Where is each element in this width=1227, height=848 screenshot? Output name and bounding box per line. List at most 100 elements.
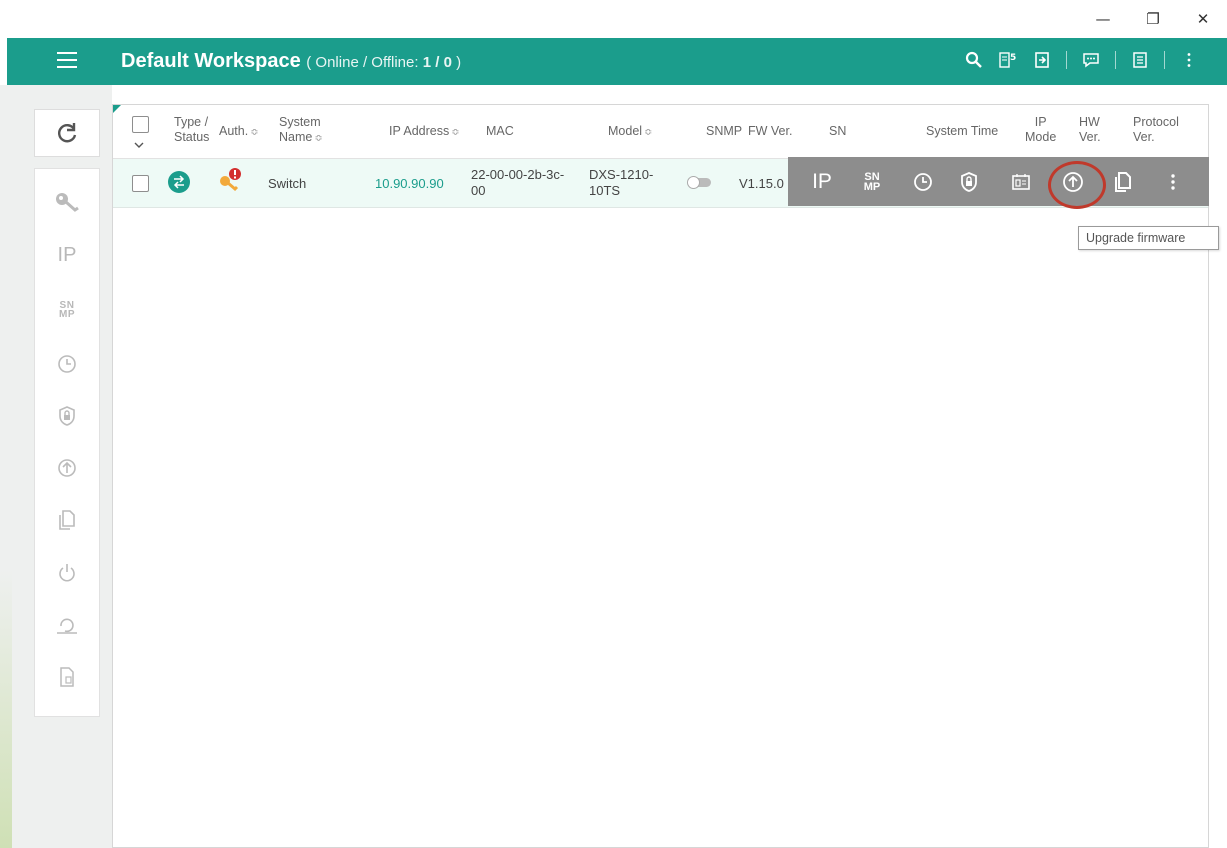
- refresh-icon: [58, 123, 77, 143]
- window-titlebar: — ❐ ✕: [0, 0, 1227, 38]
- col-model[interactable]: Model ≎: [608, 124, 652, 140]
- col-system-time: System Time: [926, 124, 999, 138]
- col-name-label: Name: [279, 130, 313, 144]
- ip-config-tool[interactable]: IP: [35, 237, 99, 273]
- snmp-toggle[interactable]: [687, 176, 711, 189]
- col-system-name[interactable]: System Name ≎: [279, 115, 323, 146]
- row-checkbox[interactable]: [132, 175, 149, 192]
- ip-settings-button[interactable]: IP: [806, 157, 838, 206]
- more-vertical-icon[interactable]: [1157, 157, 1189, 206]
- sort-icon[interactable]: ≎: [250, 127, 258, 138]
- snmp-config-tool[interactable]: SN MP: [35, 292, 99, 328]
- corner-marker: [113, 105, 121, 113]
- row-action-bar: IP SN MP: [788, 157, 1209, 206]
- close-button[interactable]: ✕: [1188, 6, 1218, 32]
- snmp-settings-button[interactable]: SN MP: [856, 157, 888, 206]
- key-icon[interactable]: [35, 184, 99, 220]
- log-icon[interactable]: [1130, 50, 1150, 70]
- more-vertical-icon[interactable]: [1179, 50, 1199, 70]
- status-open-paren: (: [306, 54, 312, 71]
- mac-cell: 22-00-00-2b-3c- 00: [471, 167, 564, 199]
- mac-line1: 22-00-00-2b-3c-: [471, 167, 565, 182]
- highlight-circle: [1048, 161, 1106, 209]
- refresh-button[interactable]: [34, 109, 100, 157]
- restore-button[interactable]: ❐: [1138, 6, 1168, 32]
- col-ip-label: IP Address: [389, 124, 450, 138]
- model-line2: 10TS: [589, 183, 621, 198]
- sort-icon[interactable]: ≎: [644, 127, 652, 138]
- col-ip-mode: IP Mode: [1025, 115, 1056, 145]
- col-model-label: Model: [608, 124, 643, 138]
- col-system-label: System: [279, 115, 321, 129]
- mac-line2: 00: [471, 183, 486, 198]
- col-snmp: SNMP: [706, 124, 743, 138]
- col-hw-ver: HW Ver.: [1079, 115, 1101, 145]
- col-status-label: Status: [174, 130, 210, 144]
- col-fw-ver: FW Ver.: [748, 124, 793, 138]
- toolbar-divider: [1066, 51, 1067, 69]
- chevron-down-icon[interactable]: [134, 142, 144, 149]
- col-hw-line1: HW: [1079, 115, 1100, 129]
- shield-lock-icon[interactable]: [953, 157, 985, 206]
- sort-icon[interactable]: ≎: [451, 127, 459, 138]
- reset-icon[interactable]: [35, 607, 99, 643]
- model-line1: DXS-1210-: [589, 167, 654, 182]
- select-all-checkbox[interactable]: [132, 116, 149, 133]
- snmp-action-line1: SN: [864, 170, 880, 183]
- config-file-icon[interactable]: [1005, 157, 1037, 206]
- col-type-status: Type / Status: [174, 115, 209, 145]
- file-delete-icon[interactable]: [35, 659, 99, 695]
- workspace-name: Default Workspace: [121, 50, 301, 72]
- upgrade-firmware-tooltip: Upgrade firmware: [1078, 226, 1219, 250]
- desktop-edge: [0, 570, 12, 848]
- ip-label: IP: [57, 243, 77, 266]
- col-auth[interactable]: Auth. ≎: [219, 124, 259, 140]
- col-auth-label: Auth.: [219, 124, 249, 138]
- import-icon[interactable]: [1032, 50, 1052, 70]
- workspace-title: Default Workspace ( Online / Offline: 1 …: [121, 50, 461, 73]
- snmp-line-2: MP: [59, 309, 75, 320]
- switch-online-icon: [168, 171, 190, 193]
- col-sn: SN: [829, 124, 847, 138]
- clock-icon[interactable]: [907, 157, 939, 206]
- snmp-label: SN MP: [59, 301, 75, 320]
- header-toolbar: 5: [964, 50, 1199, 70]
- ip-action-label: IP: [812, 169, 832, 193]
- status-label: Online / Offline:: [315, 54, 419, 71]
- auth-warning-icon: [220, 168, 241, 192]
- workspace-status: ( Online / Offline: 1 / 0 ): [306, 54, 461, 71]
- app-header: Default Workspace ( Online / Offline: 1 …: [7, 38, 1227, 85]
- svg-text:5: 5: [1010, 53, 1016, 63]
- col-protocol-line2: Ver.: [1133, 130, 1155, 144]
- toolbar-divider: [1115, 51, 1116, 69]
- status-value: 1 / 0: [422, 54, 452, 71]
- col-ip-mode-line2: Mode: [1025, 130, 1057, 144]
- app-window: — ❐ ✕ Default Workspace ( Online / Offli…: [0, 0, 1227, 848]
- col-type-label: Type /: [174, 115, 209, 129]
- tool-panel: IP SN MP: [34, 168, 100, 717]
- fw-version-cell: V1.15.0: [739, 176, 784, 191]
- discover-icon[interactable]: 5: [998, 50, 1018, 70]
- sort-icon[interactable]: ≎: [314, 133, 322, 144]
- snmp-action-line2: MP: [863, 180, 881, 193]
- col-hw-line2: Ver.: [1079, 130, 1101, 144]
- device-table: Type / Status Auth. ≎ System Name ≎ IP Addre…: [112, 104, 1209, 848]
- col-mac: MAC: [486, 124, 514, 138]
- upload-icon[interactable]: [35, 450, 99, 486]
- col-ip-address[interactable]: IP Address ≎: [389, 124, 460, 140]
- minimize-button[interactable]: —: [1088, 6, 1118, 32]
- ip-address-cell: 10.90.90.90: [375, 176, 444, 191]
- status-close-paren: ): [456, 54, 462, 71]
- power-icon[interactable]: [35, 555, 99, 591]
- copy-icon[interactable]: [1107, 157, 1139, 206]
- col-protocol-line1: Protocol: [1133, 115, 1179, 129]
- copy-icon[interactable]: [35, 502, 99, 538]
- shield-lock-icon[interactable]: [35, 398, 99, 434]
- col-ip-mode-line1: IP: [1034, 115, 1047, 129]
- col-protocol-ver: Protocol Ver.: [1133, 115, 1179, 145]
- hamburger-menu-icon[interactable]: [57, 52, 77, 70]
- message-icon[interactable]: [1081, 50, 1101, 70]
- search-icon[interactable]: [964, 50, 984, 70]
- clock-icon[interactable]: [35, 346, 99, 382]
- system-name-cell: Switch: [268, 176, 307, 191]
